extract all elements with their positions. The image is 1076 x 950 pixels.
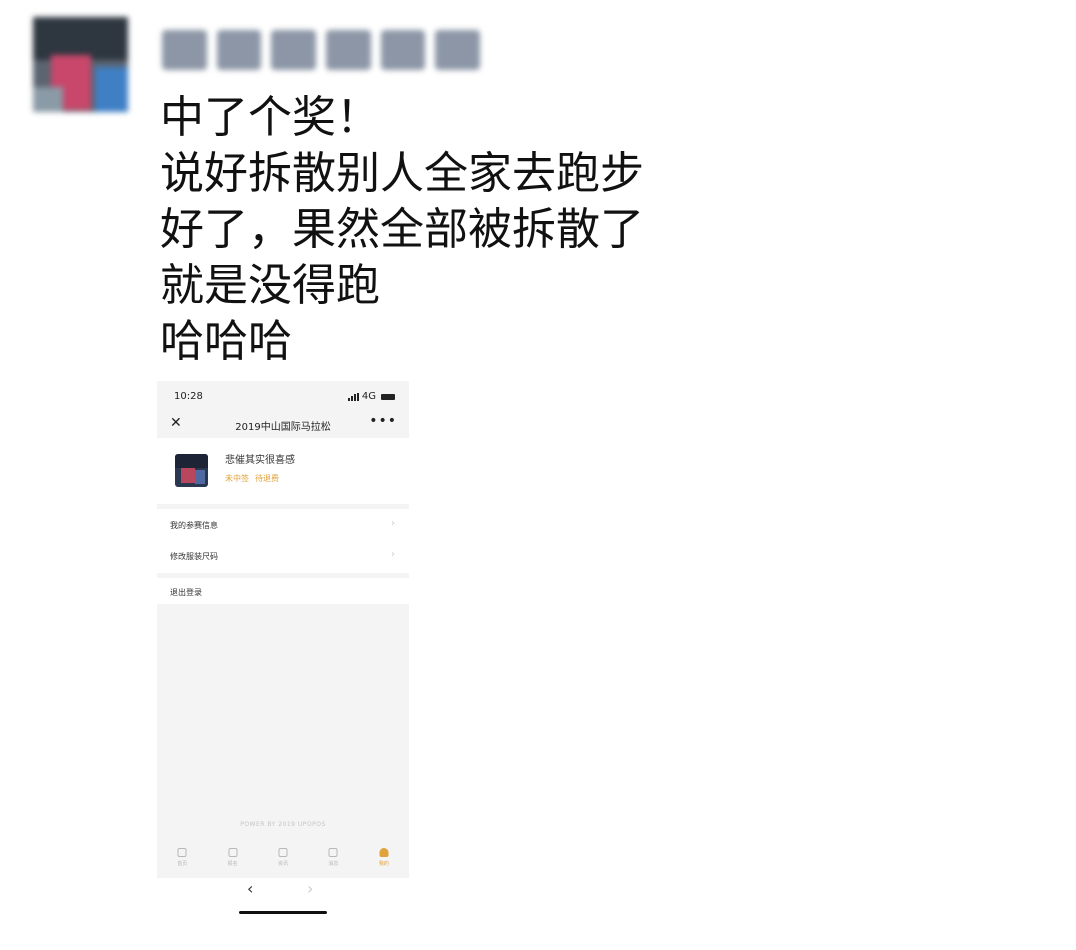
profile-name: 悲催其实很喜感 [225, 455, 295, 466]
logout-button[interactable]: 退出登录 [157, 578, 409, 604]
post-line: 说好拆散别人全家去跑步 [160, 148, 644, 199]
tab-label: 消息 [328, 861, 339, 867]
profile-card: 悲催其实很喜感 未中签 待退费 [157, 438, 409, 504]
profile-avatar [175, 454, 208, 487]
tab-home[interactable]: 首页 [157, 843, 207, 877]
home-indicator[interactable] [239, 911, 327, 914]
post-line: 就是没得跑 [160, 260, 380, 311]
tab-register[interactable]: 报名 [207, 843, 257, 877]
status-bar: 10:28 4G [157, 381, 409, 411]
logout-label: 退出登录 [170, 588, 202, 597]
register-icon [228, 848, 238, 857]
poster-avatar[interactable] [33, 17, 128, 112]
status-badge: 待退费 [255, 474, 279, 483]
signal-icon [347, 392, 359, 401]
tab-mine[interactable]: 我的 [359, 843, 409, 877]
mini-program-header: ✕ 2019中山国际马拉松 ••• [157, 411, 409, 437]
news-icon [278, 848, 288, 857]
back-arrow-icon[interactable]: ‹ [247, 879, 253, 898]
menu-item-label: 我的参赛信息 [170, 521, 218, 530]
message-icon [328, 848, 338, 857]
menu-item-clothing-size[interactable]: 修改服装尺码 › [157, 540, 409, 571]
user-icon [379, 848, 389, 857]
menu-item-race-info[interactable]: 我的参赛信息 › [157, 509, 409, 540]
post-line: 中了个奖！ [160, 92, 380, 143]
forward-arrow-icon[interactable]: › [307, 879, 313, 898]
network-type: 4G [361, 391, 376, 402]
powered-by: POWER BY 2019 UPOPOS [240, 821, 326, 828]
tab-label: 资讯 [278, 861, 289, 867]
post-line: 好了，果然全部被拆散了 [160, 204, 644, 255]
chevron-right-icon: › [391, 549, 395, 560]
tab-bar: 首页 报名 资讯 消息 我的 [157, 843, 409, 877]
tab-news[interactable]: 资讯 [258, 843, 308, 877]
battery-icon [381, 393, 395, 400]
status-badge: 未中签 [225, 474, 249, 483]
status-time: 10:28 [174, 391, 203, 402]
more-dots-icon[interactable]: ••• [369, 413, 397, 429]
home-icon [177, 848, 187, 857]
attached-screenshot[interactable]: 10:28 4G ✕ 2019中山国际马拉松 ••• 悲催其实很喜感 未中签 待… [157, 381, 409, 921]
poster-nickname-blurred[interactable] [162, 30, 481, 70]
menu-list: 我的参赛信息 › 修改服装尺码 › [157, 509, 409, 573]
post-text: 中了个奖！ 说好拆散别人全家去跑步 好了，果然全部被拆散了 就是没得跑 哈哈哈 [160, 90, 720, 370]
browser-nav-bar: ‹ › [157, 878, 409, 921]
tab-label: 首页 [177, 861, 188, 867]
menu-item-label: 修改服装尺码 [170, 552, 218, 561]
chevron-right-icon: › [391, 518, 395, 529]
post-line: 哈哈哈 [160, 316, 292, 367]
tab-message[interactable]: 消息 [308, 843, 358, 877]
tab-label: 我的 [378, 861, 389, 867]
tab-label: 报名 [227, 861, 238, 867]
